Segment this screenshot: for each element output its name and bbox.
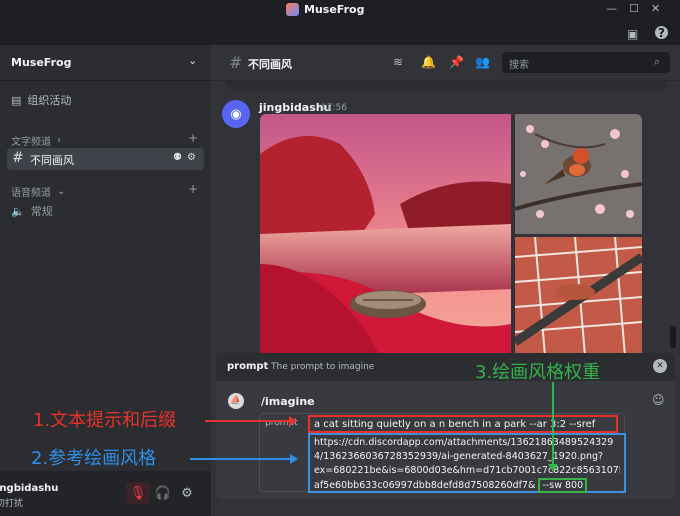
channel-settings-icon[interactable]: ⚙ bbox=[187, 152, 196, 163]
chevron-right-icon: › bbox=[57, 135, 61, 146]
chat-area: # 不同画风 ≋ 🔔 📌 👥 搜索 ⌕ ◉ jingbidashu 17:56 bbox=[211, 45, 680, 516]
mic-muted-icon[interactable]: 🎙 bbox=[126, 482, 150, 504]
maximize-icon[interactable]: ☐ bbox=[629, 2, 639, 15]
voice-channel-label: 常规 bbox=[30, 205, 53, 218]
category-voice-channels[interactable]: 语音频道 ⌄ bbox=[11, 184, 65, 199]
category-text-label: 文字频道 bbox=[11, 137, 51, 148]
threads-icon[interactable]: ≋ bbox=[393, 55, 403, 69]
green-arrow bbox=[548, 382, 558, 472]
help-icon[interactable]: ? bbox=[655, 26, 668, 40]
search-placeholder: 搜索 bbox=[509, 60, 529, 71]
generated-image-bricks[interactable] bbox=[515, 237, 642, 356]
url-line: https://cdn.discordapp.com/attachments/1… bbox=[314, 437, 614, 448]
channel-hash-icon: # bbox=[229, 53, 243, 72]
red-arrow bbox=[205, 416, 297, 426]
pin-icon[interactable]: 📌 bbox=[449, 55, 464, 69]
channel-header: # 不同画风 ≋ 🔔 📌 👥 搜索 ⌕ bbox=[211, 45, 680, 81]
annotation-prompt-suffix: 1.文本提示和后缀 bbox=[33, 410, 177, 431]
hash-icon: # bbox=[12, 150, 24, 166]
channel-title: 不同画风 bbox=[248, 58, 292, 71]
member-list-icon[interactable]: 👥 bbox=[475, 55, 490, 69]
previous-message-strip bbox=[226, 81, 666, 89]
url-line-last: af5e60bb633c06997dbb8defd8d7508260df7& -… bbox=[314, 478, 620, 493]
generated-image-lake[interactable] bbox=[260, 114, 511, 356]
option-description: The prompt to imagine bbox=[271, 362, 375, 372]
prompt-text-input[interactable]: a cat sitting quietly on a n bench in a … bbox=[308, 415, 618, 433]
active-channel-label: 不同画风 bbox=[30, 154, 74, 167]
bot-avatar[interactable]: ◉ bbox=[222, 100, 250, 128]
scrollbar-thumb[interactable] bbox=[670, 326, 676, 348]
window-title-text: MuseFrog bbox=[304, 3, 365, 16]
app-logo-icon bbox=[286, 3, 299, 16]
annotation-style-weight: 3.绘画风格权重 bbox=[475, 362, 601, 383]
add-text-channel-icon[interactable]: + bbox=[188, 131, 198, 145]
sidebar-item-voice[interactable]: 🔈 常规 bbox=[11, 203, 53, 219]
blue-arrow bbox=[190, 454, 298, 464]
category-voice-label: 语音频道 bbox=[11, 188, 51, 199]
chevron-down-icon: ⌄ bbox=[188, 54, 198, 67]
user-status: 勿打扰 bbox=[0, 499, 24, 509]
annotation-style-reference: 2.参考绘画风格 bbox=[31, 448, 157, 469]
category-text-channels[interactable]: 文字频道 › bbox=[11, 133, 61, 148]
server-name: MuseFrog bbox=[11, 56, 72, 69]
app-window: MuseFrog — ☐ ✕ ▣ ? MuseFrog ⌄ ▤ 组织活动 文字频… bbox=[0, 0, 680, 516]
chevron-down-small-icon: ⌄ bbox=[57, 186, 66, 197]
message-composer: ⛵ /imagine ☺ prompt a cat sitting quietl… bbox=[216, 381, 675, 499]
events-label: 组织活动 bbox=[27, 94, 72, 107]
bell-icon[interactable]: 🔔 bbox=[421, 55, 436, 69]
speaker-icon: 🔈 bbox=[11, 204, 25, 218]
window-title: MuseFrog bbox=[286, 3, 364, 16]
message-timestamp: 17:56 bbox=[321, 103, 347, 113]
url-line: 4/1362366036728352939/ai-generated-84036… bbox=[314, 451, 604, 462]
user-panel: ingbidashu 勿打扰 🎙 🎧 ⚙ bbox=[0, 471, 211, 516]
minimize-icon[interactable]: — bbox=[606, 2, 617, 15]
headphones-icon[interactable]: 🎧 bbox=[151, 482, 175, 504]
midjourney-bot-icon: ⛵ bbox=[228, 393, 244, 409]
search-box[interactable]: 搜索 ⌕ bbox=[502, 52, 670, 73]
style-weight-param: --sw 800 bbox=[538, 478, 588, 493]
user-settings-icon[interactable]: ⚙ bbox=[175, 482, 199, 504]
url-line-last-text: af5e60bb633c06997dbb8defd8d7508260df7& bbox=[314, 480, 536, 491]
events-item[interactable]: ▤ 组织活动 bbox=[11, 92, 71, 108]
inbox-icon[interactable]: ▣ bbox=[627, 27, 638, 41]
calendar-icon: ▤ bbox=[11, 93, 22, 107]
title-bar: MuseFrog — ☐ ✕ bbox=[0, 0, 680, 22]
command-option-popup: prompt The prompt to imagine ✕ bbox=[216, 353, 675, 381]
user-name: ingbidashu bbox=[0, 483, 59, 494]
invite-icon[interactable]: ⚉ bbox=[173, 152, 182, 163]
close-popup-icon[interactable]: ✕ bbox=[653, 359, 667, 373]
generated-image-bird[interactable] bbox=[515, 114, 642, 234]
slash-command: /imagine bbox=[261, 395, 315, 408]
add-voice-channel-icon[interactable]: + bbox=[188, 182, 198, 196]
style-reference-url[interactable]: https://cdn.discordapp.com/attachments/1… bbox=[308, 433, 626, 493]
search-icon: ⌕ bbox=[654, 55, 661, 68]
url-line: ex=680221be&is=6800d03e&hm=d71cb7001c7c8… bbox=[314, 465, 620, 476]
option-name: prompt bbox=[227, 361, 269, 372]
close-window-icon[interactable]: ✕ bbox=[651, 2, 660, 15]
sidebar-item-active-channel[interactable]: # 不同画风 ⚉ ⚙ bbox=[7, 148, 204, 170]
emoji-icon[interactable]: ☺ bbox=[652, 393, 665, 407]
server-header[interactable]: MuseFrog ⌄ bbox=[0, 45, 211, 81]
